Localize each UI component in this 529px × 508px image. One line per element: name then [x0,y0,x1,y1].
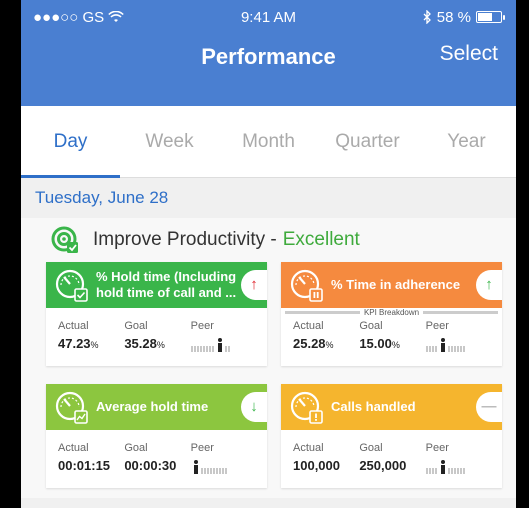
card-metrics: Actual 25.28% Goal 15.00% Peer [293,320,492,352]
kpi-card-calls-handled[interactable]: Calls handled — Actual 100,000 Goal 250,00… [281,384,502,488]
status-bar: ●●●○○ GS 9:41 AM 58 % [21,0,516,34]
person-icon [193,460,198,474]
card-title: Calls handled [331,399,416,414]
peer-comparison-bar [425,458,492,474]
status-right: 58 % [423,8,505,26]
actual-label: Actual [293,442,324,454]
peer-comparison-bar [190,336,257,352]
person-icon [440,460,445,474]
trend-neutral-icon: — [476,392,502,422]
card-header: % Time in adherence ↑ [281,262,502,308]
wifi-icon [108,11,124,22]
tab-day[interactable]: Day [21,106,120,178]
tab-quarter[interactable]: Quarter [318,106,417,178]
person-icon [217,338,222,352]
goal-label: Goal [124,320,148,332]
goal-label: Goal [124,442,148,454]
actual-value: 00:01:15 [58,458,111,473]
battery-percent: 58 % [436,8,471,26]
card-header: Average hold time ↓ [46,384,267,430]
card-metrics: Actual 100,000 Goal 250,000 Peer [293,442,492,474]
actual-label: Actual [58,320,89,332]
peer-comparison-bar [191,458,257,474]
target-icon [51,226,78,253]
select-button[interactable]: Select [440,42,498,66]
card-header: Calls handled — [281,384,502,430]
peer-label: Peer [190,442,214,454]
carrier-signal: ●●●○○ GS [33,9,124,26]
card-header: % Hold time (Including hold time of call… [46,262,267,308]
trend-up-icon: ↑ [476,270,502,300]
carrier-label: ●●●○○ GS [33,8,105,26]
goal-title: Improve Productivity - [93,229,277,250]
goal-value: 250,000 [359,458,407,473]
kpi-card-avg-hold-time[interactable]: Average hold time ↓ Actual 00:01:15 Goal 0… [46,384,267,488]
kpi-card-hold-time[interactable]: % Hold time (Including hold time of call… [46,262,267,366]
peer-label: Peer [425,442,449,454]
page-title: Performance [201,44,336,69]
card-metrics: Actual 47.23% Goal 35.28% Peer [58,320,257,352]
goal-value: 00:00:30 [124,458,177,473]
card-title: Average hold time [96,399,209,414]
gauge-alert-icon [290,391,323,424]
peer-label: Peer [190,320,214,332]
card-title: % Hold time (Including hold time of call… [96,269,237,300]
gauge-check-icon [55,269,88,302]
navbar: Performance Select [21,34,516,106]
actual-value: 100,000 [293,458,340,473]
date-label: Tuesday, June 28 [21,178,516,218]
person-icon [440,338,445,352]
goal-header[interactable]: Improve Productivity - Excellent [21,218,516,262]
actual-label: Actual [58,442,89,454]
tab-month[interactable]: Month [219,106,318,178]
kpi-grid: % Hold time (Including hold time of call… [21,262,516,488]
phone-screen: ●●●○○ GS 9:41 AM 58 % Performance Select [21,0,516,508]
bluetooth-icon [423,10,431,24]
kpi-breakdown-bar[interactable]: KPI Breakdown [281,308,502,317]
card-metrics: Actual 00:01:15 Goal 00:00:30 Peer [58,442,257,474]
gauge-chart-icon [55,391,88,424]
trend-up-icon: ↑ [241,270,267,300]
actual-value: 25.28% [293,336,334,351]
tab-year[interactable]: Year [417,106,516,178]
goal-value: 15.00% [359,336,400,351]
peer-comparison-bar [425,336,492,352]
goal-section: Improve Productivity - Excellent % Hold … [21,218,516,498]
gauge-pause-icon [290,269,323,302]
actual-label: Actual [293,320,324,332]
goal-label: Goal [359,442,383,454]
period-tabs: Day Week Month Quarter Year [21,106,516,178]
header: ●●●○○ GS 9:41 AM 58 % Performance Select [21,0,516,106]
tab-week[interactable]: Week [120,106,219,178]
card-title: % Time in adherence [331,277,461,292]
peer-label: Peer [425,320,449,332]
goal-rating: Excellent [282,229,360,250]
actual-value: 47.23% [58,336,99,351]
goal-label: Goal [359,320,383,332]
kpi-card-adherence[interactable]: % Time in adherence ↑ KPI Breakdown Actu… [281,262,502,366]
trend-down-icon: ↓ [241,392,267,422]
battery-icon [476,11,505,23]
goal-value: 35.28% [124,336,165,351]
